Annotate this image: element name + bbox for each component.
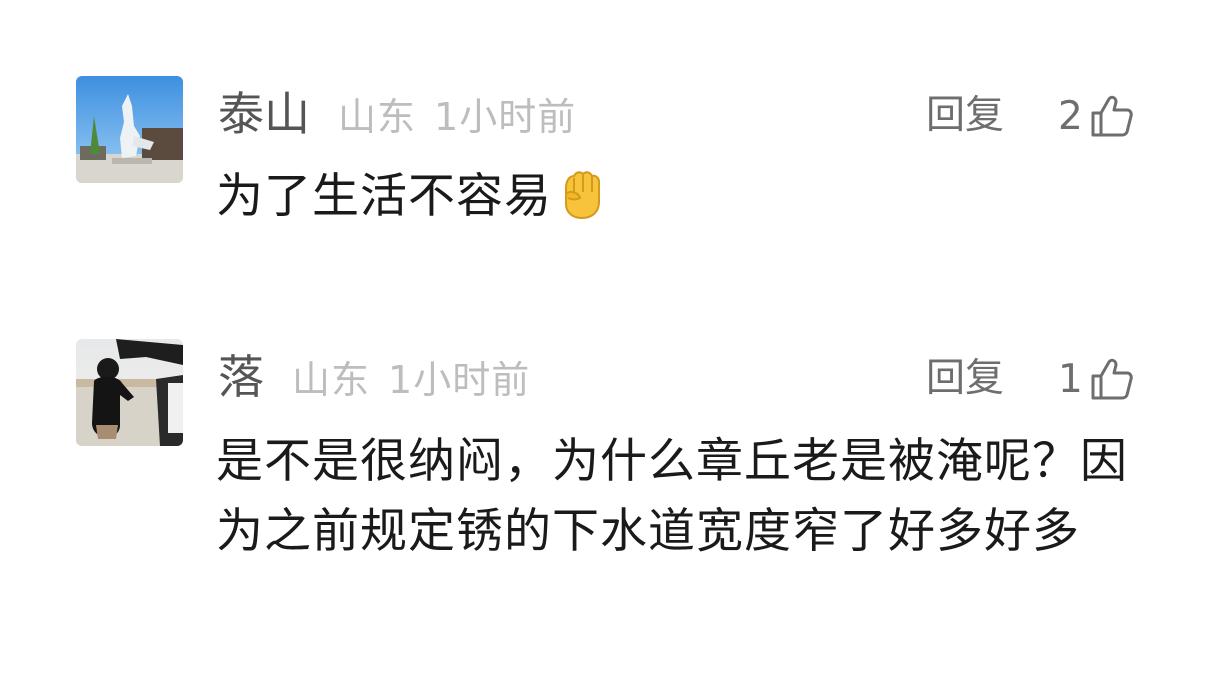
comment-time: 1小时前 <box>388 358 531 402</box>
author-location: 山东 <box>338 95 417 139</box>
comment-time: 1小时前 <box>434 95 577 139</box>
avatar[interactable] <box>76 76 183 183</box>
like-count: 1 <box>1058 356 1083 402</box>
avatar[interactable] <box>76 339 183 446</box>
comment-header: 落山东 1小时前 <box>218 347 530 410</box>
comment-header: 泰山 山东 1小时前 <box>218 84 576 147</box>
like-count: 2 <box>1058 93 1083 139</box>
comment-text-content: 为了生活不容易 <box>216 169 552 224</box>
reply-button[interactable]: 回复 <box>926 351 1004 407</box>
like-button[interactable]: 1 <box>1058 351 1135 407</box>
thumbs-up-icon <box>1091 95 1133 137</box>
author-location: 山东 <box>292 358 371 402</box>
raised-fist-emoji-icon <box>565 171 600 220</box>
comment-text: 是不是很纳闷，为什么章丘老是被淹呢？因为之前规定锈的下水道宽度窄了好多好多 <box>216 434 1128 559</box>
like-button[interactable]: 2 <box>1058 88 1135 144</box>
thumbs-up-icon <box>1091 358 1133 400</box>
author-name[interactable]: 泰山 <box>218 87 310 141</box>
author-name[interactable]: 落 <box>218 350 264 404</box>
reply-button[interactable]: 回复 <box>926 88 1004 144</box>
comment-text: 为了生活不容易 <box>216 162 1156 232</box>
